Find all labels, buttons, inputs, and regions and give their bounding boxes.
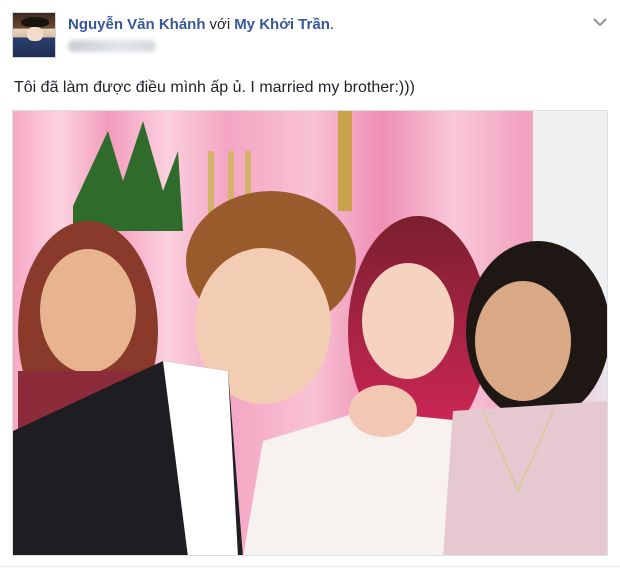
post-text: Tôi đã làm được điều mình ấp ủ. I marrie… [14, 79, 415, 96]
avatar-hat [21, 17, 49, 27]
avatar-face [27, 27, 43, 41]
author-avatar[interactable] [12, 12, 56, 58]
chevron-down-icon[interactable] [593, 14, 607, 27]
post-divider [0, 566, 620, 567]
with-label: với [209, 16, 231, 33]
blurred-timestamp [68, 40, 156, 52]
author-name-link[interactable]: Nguyễn Văn Khánh [68, 16, 206, 33]
tagged-user-link[interactable]: My Khởi Trần [234, 16, 330, 33]
facebook-post: Nguyễn Văn Khánh với My Khởi Trần. Tôi đã … [0, 0, 620, 573]
post-header: Nguyễn Văn Khánh với My Khởi Trần. [68, 16, 334, 34]
post-photo[interactable] [12, 110, 608, 556]
header-period: . [329, 16, 335, 33]
